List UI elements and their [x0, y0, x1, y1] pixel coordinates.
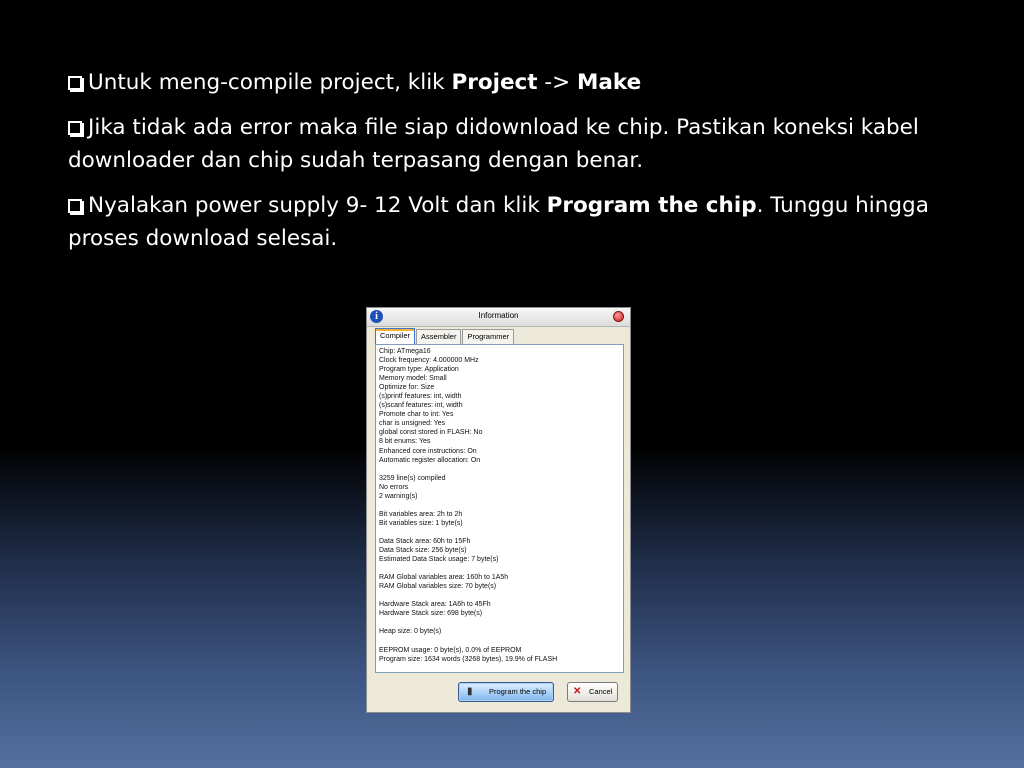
- bullet-power: Nyalakan power supply 9- 12 Volt dan kli…: [68, 193, 929, 251]
- output-line: Data Stack area: 60h to 15Fh: [379, 537, 471, 545]
- make-keyword: Make: [577, 70, 642, 95]
- output-line: Hardware Stack area: 1A6h to 45Fh: [379, 601, 491, 609]
- output-line: Program size: 1634 words (3268 bytes), 1…: [379, 655, 558, 663]
- cancel-button[interactable]: ✕ Cancel: [567, 682, 618, 702]
- tab-compiler[interactable]: Compiler: [375, 328, 416, 344]
- compiler-output-text[interactable]: Chip: ATmega16 Clock frequency: 4.000000 …: [375, 344, 624, 673]
- output-line: 3259 line(s) compiled: [379, 474, 446, 482]
- output-line: Data Stack size: 256 byte(s): [379, 547, 467, 555]
- dialog-title: Information: [478, 311, 519, 320]
- output-line: Bit variables area: 2h to 2h: [379, 510, 463, 518]
- chip-icon: ▮: [467, 686, 473, 697]
- output-line: global const stored in FLASH: No: [379, 429, 483, 437]
- bullet-compile: Untuk meng-compile project, klik Project…: [68, 66, 948, 99]
- output-line: Promote char to int: Yes: [379, 411, 454, 419]
- output-line: Memory model: Small: [379, 375, 447, 383]
- output-line: 2 warning(s): [379, 492, 418, 500]
- output-line: Estimated Data Stack usage: 7 byte(s): [379, 556, 499, 564]
- information-dialog: i Information Compiler Assembler Program…: [366, 307, 631, 713]
- tab-programmer[interactable]: Programmer: [462, 329, 515, 344]
- output-line: EEPROM usage: 0 byte(s), 0.0% of EEPROM: [379, 646, 522, 654]
- output-line: char is unsigned: Yes: [379, 420, 446, 428]
- project-keyword: Project: [451, 70, 538, 95]
- output-line: Automatic register allocation: On: [379, 456, 481, 464]
- checkbox-bullet-icon: [68, 199, 82, 213]
- checkbox-bullet-icon: [68, 121, 82, 135]
- output-line: Heap size: 0 byte(s): [379, 628, 442, 636]
- program-the-chip-button[interactable]: ▮ Program the chip: [458, 682, 554, 702]
- output-line: No errors: [379, 483, 409, 491]
- output-line: Program type: Application: [379, 366, 459, 374]
- cancel-x-icon: ✕: [573, 686, 582, 697]
- output-line: Bit variables size: 1 byte(s): [379, 519, 463, 527]
- program-chip-keyword: Program the chip: [546, 193, 757, 218]
- output-line: 8 bit enums: Yes: [379, 438, 431, 446]
- output-line: (s)scanf features: int, width: [379, 402, 463, 410]
- output-line: RAM Global variables size: 70 byte(s): [379, 583, 497, 591]
- output-line: Optimize for: Size: [379, 384, 435, 392]
- close-icon[interactable]: [613, 311, 624, 322]
- bullet-download: Jika tidak ada error maka file siap dido…: [68, 115, 919, 173]
- output-line: (s)printf features: int, width: [379, 393, 462, 401]
- output-line: Clock frequency: 4.000000 MHz: [379, 357, 479, 365]
- slide-bullet-list: Untuk meng-compile project, klik Project…: [68, 66, 948, 267]
- checkbox-bullet-icon: [68, 76, 82, 90]
- output-line: Hardware Stack size: 698 byte(s): [379, 610, 483, 618]
- tab-assembler[interactable]: Assembler: [416, 329, 462, 344]
- output-line: Enhanced core instructions: On: [379, 447, 477, 455]
- output-line: Chip: ATmega16: [379, 348, 431, 355]
- output-line: RAM Global variables area: 160h to 1A5h: [379, 574, 509, 582]
- tab-bar: Compiler Assembler Programmer: [375, 328, 515, 344]
- dialog-titlebar[interactable]: i Information: [367, 308, 630, 327]
